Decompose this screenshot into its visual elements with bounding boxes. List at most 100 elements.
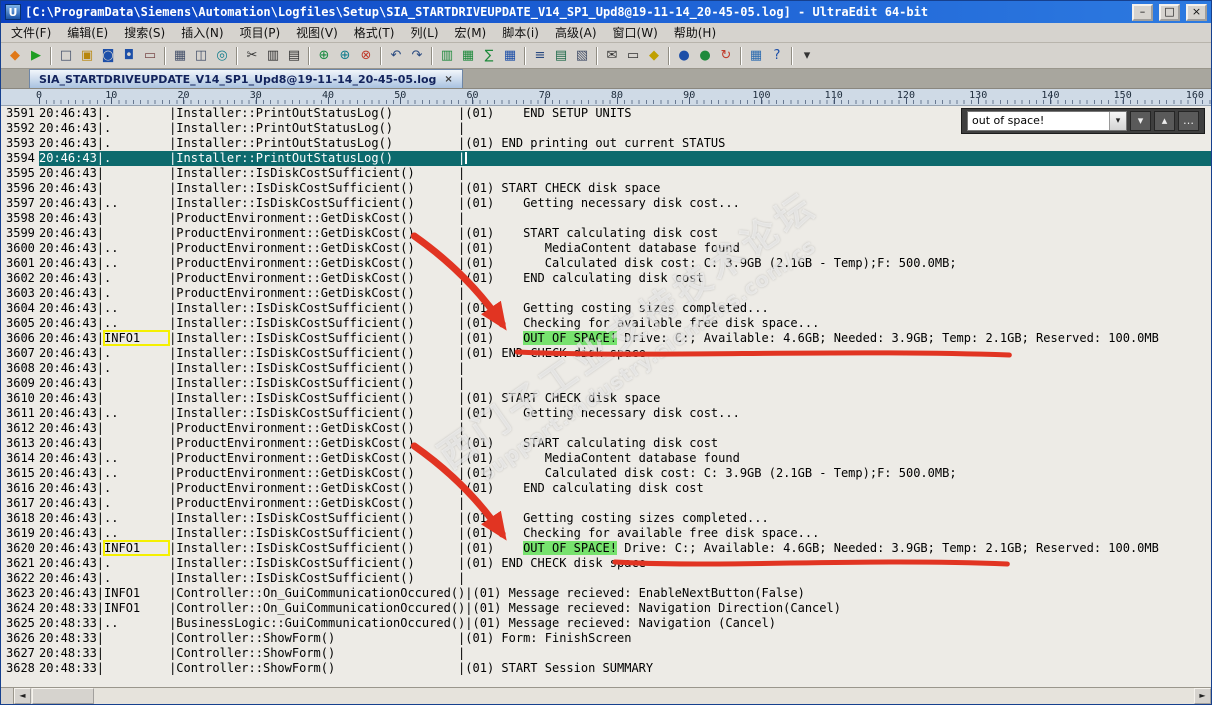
help-button[interactable]: ? <box>767 46 787 66</box>
ftp-open-button[interactable]: ● <box>695 46 715 66</box>
compare-files-button[interactable]: ⊕ <box>314 46 334 66</box>
column-mode-button[interactable]: ▥ <box>437 46 457 66</box>
menu-item-edit[interactable]: 编辑(E) <box>59 24 116 42</box>
log-line-3597[interactable]: 3597 20:46:43|.. |Installer::IsDiskCostSu… <box>1 196 1211 211</box>
close-button[interactable]: × <box>1186 3 1207 21</box>
find-combobox[interactable]: out of space! ▾ <box>967 111 1127 131</box>
close-file-button[interactable]: ▭ <box>140 46 160 66</box>
minimize-button[interactable]: – <box>1132 3 1153 21</box>
template-list-button[interactable]: ▧ <box>572 46 592 66</box>
log-line-3609[interactable]: 3609 20:46:43| |Installer::IsDiskCostSuff… <box>1 376 1211 391</box>
tag-list-button[interactable]: ▤ <box>551 46 571 66</box>
log-line-3593[interactable]: 3593 20:46:43|. |Installer::PrintOutStatu… <box>1 136 1211 151</box>
redo-button[interactable]: ↷ <box>407 46 427 66</box>
menu-item-advanced[interactable]: 高级(A) <box>547 24 605 42</box>
combo-dropdown-icon[interactable]: ▾ <box>1109 112 1126 130</box>
log-line-3602[interactable]: 3602 20:46:43|. |ProductEnvironment::GetD… <box>1 271 1211 286</box>
new-file-button[interactable]: □ <box>56 46 76 66</box>
grid-settings-button[interactable]: ▦ <box>746 46 766 66</box>
scroll-thumb[interactable] <box>32 688 94 704</box>
log-line-3608[interactable]: 3608 20:46:43|. |Installer::IsDiskCostSuf… <box>1 361 1211 376</box>
maximize-button[interactable]: □ <box>1159 3 1180 21</box>
merge-changes-button[interactable]: ⊗ <box>356 46 376 66</box>
log-line-3603[interactable]: 3603 20:46:43|. |ProductEnvironment::GetD… <box>1 286 1211 301</box>
table-view-button[interactable]: ▦ <box>500 46 520 66</box>
send-mail-button[interactable]: ✉ <box>602 46 622 66</box>
log-line-3611[interactable]: 3611 20:46:43|.. |Installer::IsDiskCostSu… <box>1 406 1211 421</box>
menu-item-search[interactable]: 搜索(S) <box>116 24 173 42</box>
paste-button[interactable]: ▤ <box>284 46 304 66</box>
column-insert-button[interactable]: ▦ <box>458 46 478 66</box>
bookmark-button[interactable]: ◆ <box>644 46 664 66</box>
log-line-3598[interactable]: 3598 20:46:43| |ProductEnvironment::GetDi… <box>1 211 1211 226</box>
log-line-3604[interactable]: 3604 20:46:43|.. |Installer::IsDiskCostSu… <box>1 301 1211 316</box>
log-line-3600[interactable]: 3600 20:46:43|.. |ProductEnvironment::Get… <box>1 241 1211 256</box>
log-line-3596[interactable]: 3596 20:46:43| |Installer::IsDiskCostSuff… <box>1 181 1211 196</box>
horizontal-scrollbar[interactable]: ◄ ► <box>1 687 1211 704</box>
log-line-3594[interactable]: 3594 20:46:43|. |Installer::PrintOutStatu… <box>1 151 1211 166</box>
menu-item-macro[interactable]: 宏(M) <box>447 24 495 42</box>
log-line-3627[interactable]: 3627 20:48:33| |Controller::ShowForm() | <box>1 646 1211 661</box>
log-line-3610[interactable]: 3610 20:46:43| |Installer::IsDiskCostSuff… <box>1 391 1211 406</box>
refresh-button[interactable]: ↻ <box>716 46 736 66</box>
log-line-3621[interactable]: 3621 20:46:43|. |Installer::IsDiskCostSuf… <box>1 556 1211 571</box>
menu-item-format[interactable]: 格式(T) <box>346 24 403 42</box>
log-line-3614[interactable]: 3614 20:46:43|.. |ProductEnvironment::Get… <box>1 451 1211 466</box>
log-line-3601[interactable]: 3601 20:46:43|.. |ProductEnvironment::Get… <box>1 256 1211 271</box>
log-line-3619[interactable]: 3619 20:46:43|.. |Installer::IsDiskCostSu… <box>1 526 1211 541</box>
open-file-button[interactable]: ▣ <box>77 46 97 66</box>
function-list-button[interactable]: ≡ <box>530 46 550 66</box>
scroll-right-button[interactable]: ► <box>1194 688 1211 704</box>
file-tab[interactable]: SIA_STARTDRIVEUPDATE_V14_SP1_Upd8@19-11-… <box>29 69 463 88</box>
log-line-3620[interactable]: 3620 20:46:43|INFO1 |Installer::IsDiskCos… <box>1 540 1211 556</box>
log-line-3595[interactable]: 3595 20:46:43| |Installer::IsDiskCostSuff… <box>1 166 1211 181</box>
log-line-3628[interactable]: 3628 20:48:33| |Controller::ShowForm() |(… <box>1 661 1211 676</box>
log-line-3606[interactable]: 3606 20:46:43|INFO1 |Installer::IsDiskCos… <box>1 330 1211 346</box>
find-button[interactable]: ◎ <box>212 46 232 66</box>
more-tools-button[interactable]: ▾ <box>797 46 817 66</box>
compare-folders-button[interactable]: ⊕ <box>335 46 355 66</box>
save-all-button[interactable]: ◘ <box>119 46 139 66</box>
ue-logo-button[interactable]: ◆ <box>5 46 25 66</box>
find-next-button[interactable]: ▾ <box>1130 111 1151 131</box>
cut-button[interactable]: ✂ <box>242 46 262 66</box>
menu-item-window[interactable]: 窗口(W) <box>605 24 666 42</box>
clipboard-history-button[interactable]: ▭ <box>623 46 643 66</box>
menu-item-file[interactable]: 文件(F) <box>3 24 59 42</box>
undo-button[interactable]: ↶ <box>386 46 406 66</box>
menu-item-view[interactable]: 视图(V) <box>288 24 346 42</box>
log-line-3624[interactable]: 3624 20:48:33|INFO1 |Controller::On_GuiCo… <box>1 601 1211 616</box>
copy-button[interactable]: ▥ <box>263 46 283 66</box>
log-line-3618[interactable]: 3618 20:46:43|.. |Installer::IsDiskCostSu… <box>1 511 1211 526</box>
log-line-3622[interactable]: 3622 20:46:43|. |Installer::IsDiskCostSuf… <box>1 571 1211 586</box>
find-input[interactable]: out of space! <box>968 112 1109 130</box>
menu-item-scripting[interactable]: 脚本(i) <box>494 24 547 42</box>
column-sum-button[interactable]: ∑ <box>479 46 499 66</box>
log-line-3625[interactable]: 3625 20:48:33|.. |BusinessLogic::GuiCommu… <box>1 616 1211 631</box>
log-line-3605[interactable]: 3605 20:46:43|.. |Installer::IsDiskCostSu… <box>1 316 1211 331</box>
menu-item-help[interactable]: 帮助(H) <box>666 24 724 42</box>
browser-view-button[interactable]: ● <box>674 46 694 66</box>
log-line-3623[interactable]: 3623 20:46:43|INFO1 |Controller::On_GuiCo… <box>1 586 1211 601</box>
editor-area[interactable]: 3591 20:46:43|. |Installer::PrintOutStatu… <box>1 106 1211 687</box>
log-line-3607[interactable]: 3607 20:46:43|. |Installer::IsDiskCostSuf… <box>1 346 1211 361</box>
log-line-3613[interactable]: 3613 20:46:43| |ProductEnvironment::GetDi… <box>1 436 1211 451</box>
find-options-button[interactable]: … <box>1178 111 1199 131</box>
log-line-3626[interactable]: 3626 20:48:33| |Controller::ShowForm() |(… <box>1 631 1211 646</box>
log-line-3616[interactable]: 3616 20:46:43|. |ProductEnvironment::GetD… <box>1 481 1211 496</box>
play-macro-button[interactable]: ▶ <box>26 46 46 66</box>
print-preview-button[interactable]: ◫ <box>191 46 211 66</box>
close-tab-icon[interactable]: × <box>444 74 452 85</box>
find-prev-button[interactable]: ▴ <box>1154 111 1175 131</box>
scroll-left-button[interactable]: ◄ <box>14 688 31 704</box>
save-file-button[interactable]: ◙ <box>98 46 118 66</box>
menu-item-column[interactable]: 列(L) <box>402 24 446 42</box>
log-line-3617[interactable]: 3617 20:46:43|. |ProductEnvironment::GetD… <box>1 496 1211 511</box>
print-button[interactable]: ▦ <box>170 46 190 66</box>
menu-item-insert[interactable]: 插入(N) <box>173 24 231 42</box>
log-line-3599[interactable]: 3599 20:46:43| |ProductEnvironment::GetDi… <box>1 226 1211 241</box>
log-line-3612[interactable]: 3612 20:46:43| |ProductEnvironment::GetDi… <box>1 421 1211 436</box>
log-line-3615[interactable]: 3615 20:46:43|.. |ProductEnvironment::Get… <box>1 466 1211 481</box>
menu-item-project[interactable]: 项目(P) <box>232 24 289 42</box>
splitter-box[interactable] <box>1 688 14 704</box>
